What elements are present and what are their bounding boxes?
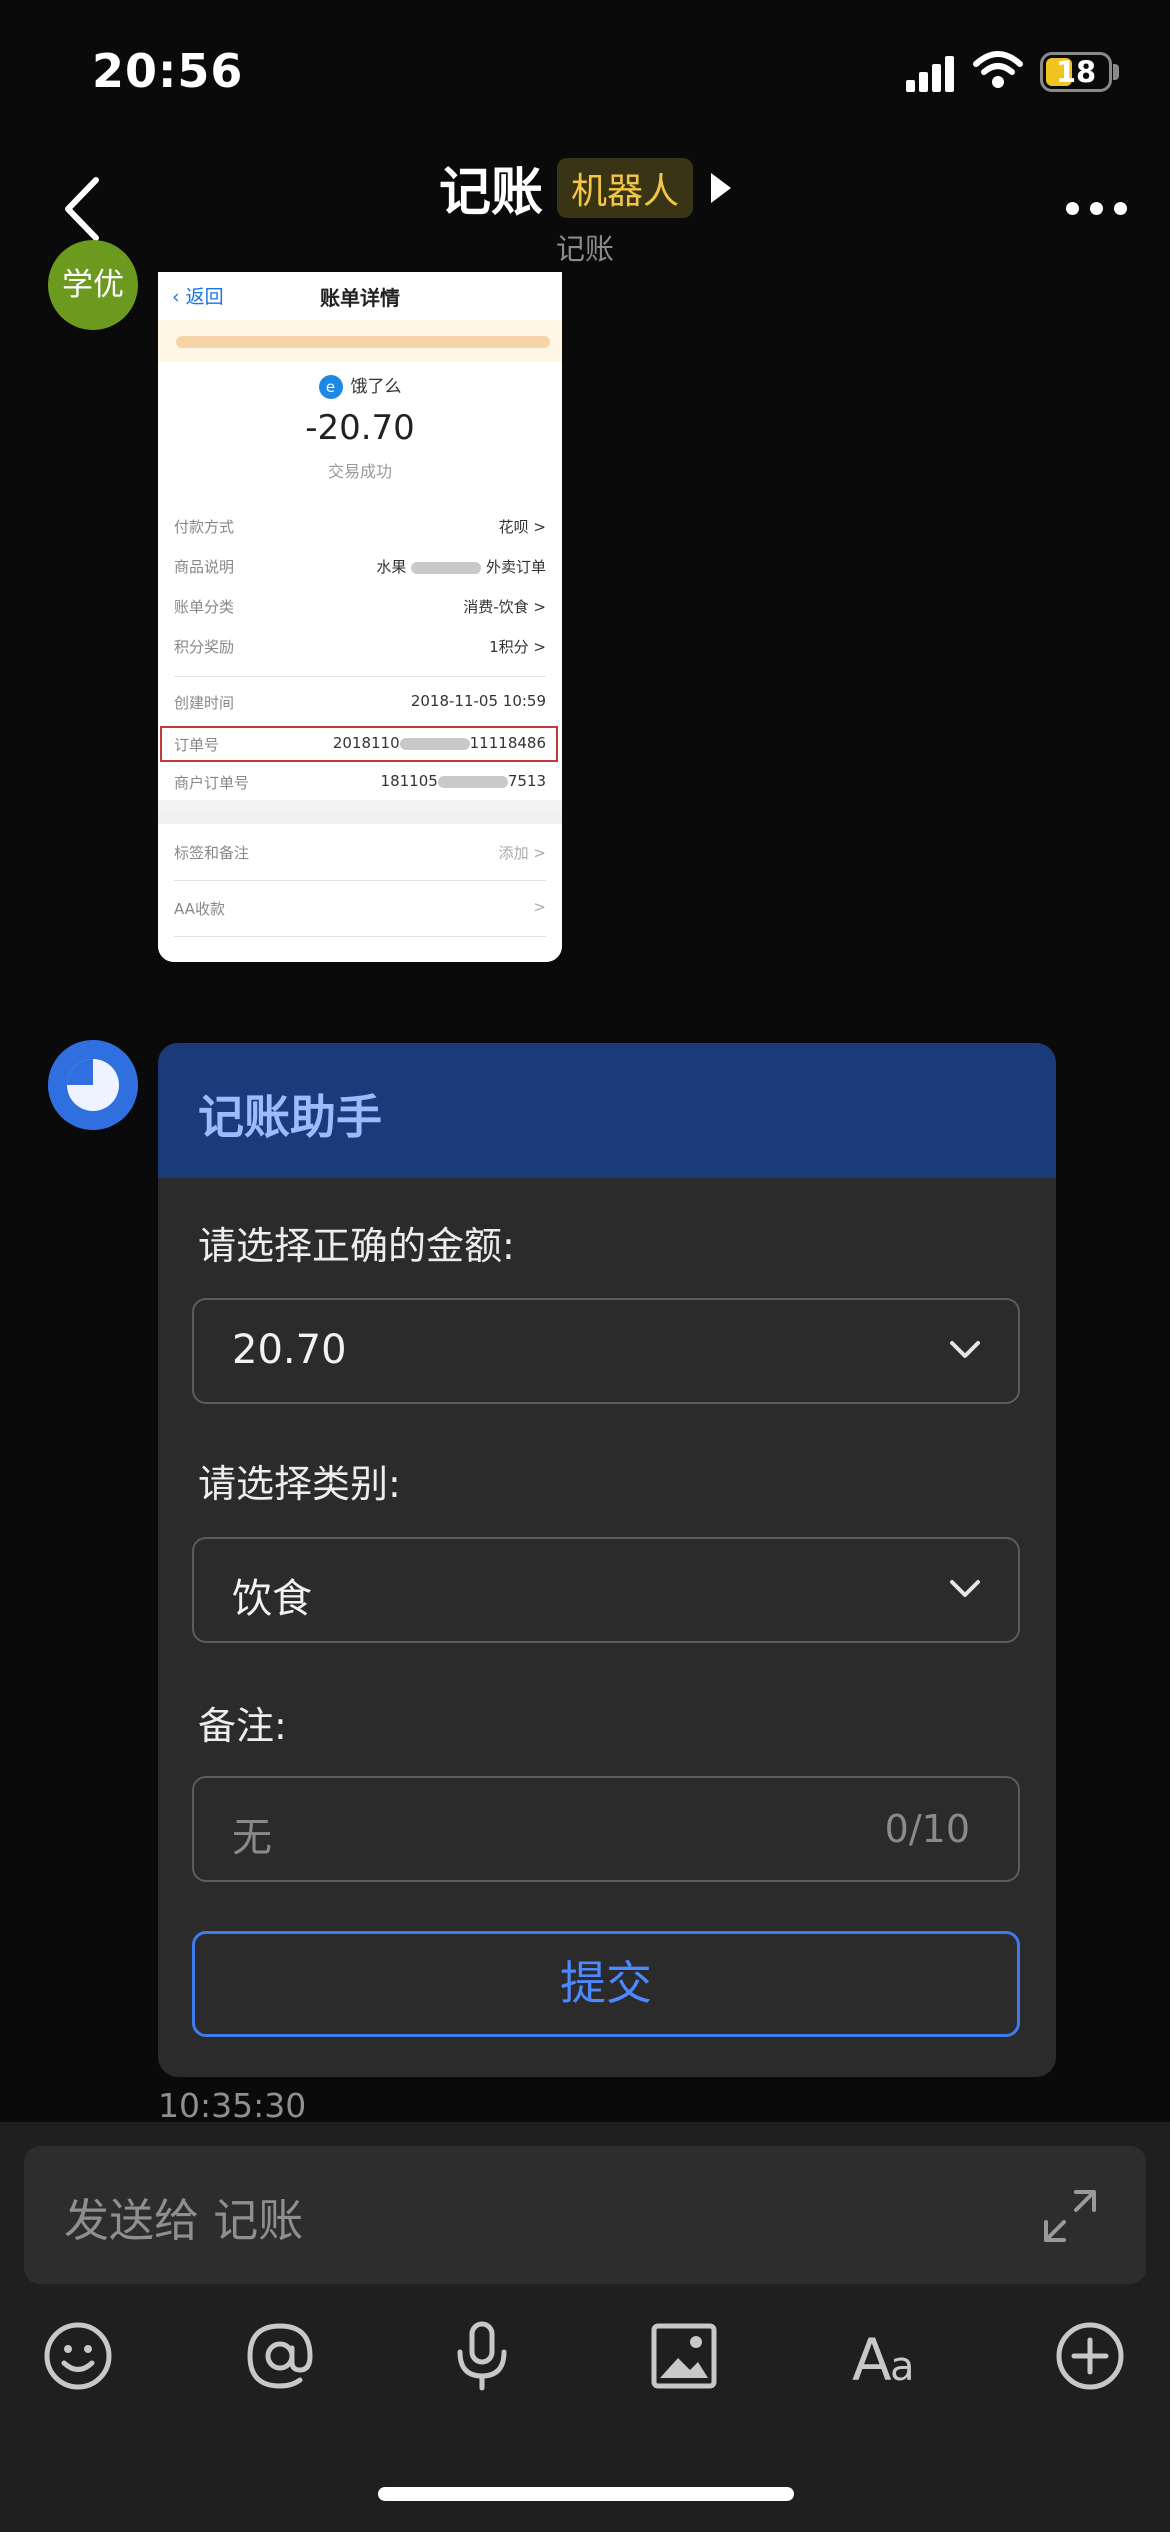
microphone-icon[interactable] xyxy=(444,2318,520,2394)
shot-row: 商户订单号 181105 7513 xyxy=(174,772,546,792)
shot-row: AA收款 > xyxy=(174,898,546,918)
shot-row: 标签和备注 添加 > xyxy=(174,844,546,862)
composer: 发送给 记账 A a xyxy=(0,2122,1170,2532)
chat-subtitle: 记账 xyxy=(555,232,614,266)
note-placeholder: 无 xyxy=(232,1815,272,1861)
shot-extra: 标签和备注 添加 > AA收款 > xyxy=(158,824,562,962)
shot-merchant: e 饿了么 xyxy=(158,372,562,399)
note-input[interactable]: 无 0/10 xyxy=(192,1776,1020,1882)
shot-row: 订单号 2018110 11118486 xyxy=(174,734,546,754)
shot-status: 交易成功 xyxy=(327,462,392,481)
message-placeholder: 发送给 记账 xyxy=(64,2194,304,2247)
card-title: 记账助手 xyxy=(198,1090,382,1144)
amount-select[interactable]: 20.70 xyxy=(192,1298,1020,1404)
chevron-down-icon xyxy=(950,1341,980,1358)
shot-row: 积分奖励 1积分 > xyxy=(174,638,546,656)
image-message[interactable]: ‹ 返回 账单详情 e 饿了么 -20.70 交易成功 付款方式 花呗 > 商品说明… xyxy=(158,272,562,962)
expand-icon[interactable] xyxy=(1040,2186,1100,2246)
status-time: 20:56 xyxy=(92,44,244,98)
bot-avatar[interactable] xyxy=(48,1040,138,1130)
submit-button[interactable]: 提交 xyxy=(192,1931,1020,2037)
chat-title-group[interactable]: 记账 机器人 xyxy=(0,150,1170,225)
emoji-icon[interactable] xyxy=(40,2318,116,2394)
battery-icon: 18 xyxy=(1040,52,1112,92)
shot-banner xyxy=(158,320,562,362)
shot-title: 账单详情 xyxy=(320,286,400,310)
sender-avatar[interactable]: 学优 xyxy=(48,240,138,330)
mention-icon[interactable] xyxy=(242,2318,318,2394)
home-indicator[interactable] xyxy=(378,2487,794,2501)
wifi-icon xyxy=(973,51,1023,88)
more-options-icon[interactable] xyxy=(1066,202,1130,216)
shot-header: ‹ 返回 账单详情 xyxy=(158,272,562,320)
category-label: 请选择类别: xyxy=(198,1462,401,1506)
eleme-logo-icon: e xyxy=(318,375,343,399)
shot-row: 付款方式 花呗 > xyxy=(174,518,546,536)
svg-text:A: A xyxy=(852,2326,892,2394)
add-icon[interactable] xyxy=(1052,2318,1128,2394)
shot-row: 商品说明 水果 外卖订单 xyxy=(174,558,546,576)
shot-details: 付款方式 花呗 > 商品说明 水果 外卖订单 账单分类 消费-饮食 > 积分奖励 1积分… xyxy=(158,500,562,800)
category-value: 饮食 xyxy=(232,1576,312,1622)
chevron-down-icon xyxy=(950,1580,980,1597)
note-label: 备注: xyxy=(198,1704,287,1748)
shot-row: 创建时间 2018-11-05 10:59 xyxy=(174,692,546,712)
amount-value: 20.70 xyxy=(232,1327,347,1373)
status-bar: 20:56 18 xyxy=(0,0,1170,140)
note-counter: 0/10 xyxy=(884,1807,970,1851)
message-input[interactable]: 发送给 记账 xyxy=(24,2146,1146,2284)
play-icon xyxy=(711,172,732,203)
svg-text:a: a xyxy=(890,2344,915,2390)
shot-amount: -20.70 xyxy=(305,408,415,448)
amount-label: 请选择正确的金额: xyxy=(198,1224,515,1268)
chat-header: 记账 机器人 记账 xyxy=(0,140,1170,275)
category-select[interactable]: 饮食 xyxy=(192,1537,1020,1643)
battery-cap xyxy=(1113,64,1119,80)
bookkeeping-card: 记账助手 请选择正确的金额: 20.70 请选择类别: 饮食 备注: 无 0/1… xyxy=(158,1043,1056,2077)
image-icon[interactable] xyxy=(646,2318,722,2394)
cellular-signal-icon xyxy=(906,56,954,92)
chat-title: 记账 xyxy=(438,163,543,223)
bot-badge: 机器人 xyxy=(557,157,694,218)
shot-row: 账单分类 消费-饮食 > xyxy=(174,598,546,616)
battery-level: 18 xyxy=(1055,55,1097,89)
shot-summary: e 饿了么 -20.70 交易成功 xyxy=(158,362,562,500)
message-timestamp: 10:35:30 xyxy=(158,2086,307,2125)
card-header: 记账助手 xyxy=(158,1043,1056,1178)
text-format-icon[interactable]: A a xyxy=(850,2318,926,2394)
